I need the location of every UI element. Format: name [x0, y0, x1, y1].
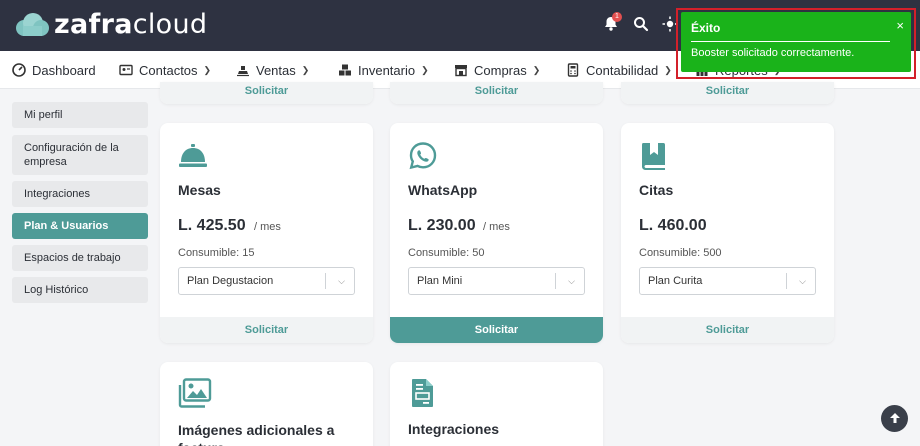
plan-select[interactable]: Plan Mini ⌵: [408, 267, 585, 295]
bell-service-icon: [179, 144, 207, 167]
nav-label: Ventas: [256, 62, 296, 78]
images-icon: [178, 378, 212, 408]
scroll-top-button[interactable]: [881, 405, 908, 432]
chevron-down-icon: ⌵: [568, 276, 575, 286]
card-title: Integraciones: [408, 421, 500, 437]
nav-label: Dashboard: [32, 62, 96, 78]
request-button[interactable]: Solicitar: [621, 82, 834, 104]
select-separator: [555, 273, 556, 289]
card-price: L. 230.00: [408, 217, 476, 234]
partial-card: Solicitar: [390, 82, 603, 104]
select-separator: [786, 273, 787, 289]
card-consumable: Consumible: 50: [408, 247, 485, 259]
card-price: L. 425.50: [178, 217, 246, 234]
search-icon[interactable]: [633, 16, 653, 36]
store-icon: [455, 65, 467, 77]
arrow-up-icon: [889, 413, 900, 423]
select-separator: [325, 273, 326, 289]
sales-icon: [237, 66, 249, 77]
nav-label: Contactos: [139, 62, 198, 78]
sidebar-item-log-historico[interactable]: Log Histórico: [12, 277, 148, 303]
booster-card-integraciones: Integraciones: [390, 362, 603, 446]
partial-card: Solicitar: [160, 82, 373, 104]
sidebar-item-espacios[interactable]: Espacios de trabajo: [12, 245, 148, 271]
notification-badge: 1: [612, 12, 622, 22]
request-button[interactable]: Solicitar: [621, 317, 834, 343]
plan-select-value: Plan Degustacion: [187, 275, 274, 287]
toast-highlight-outline: [676, 8, 916, 79]
nav-dashboard[interactable]: Dashboard: [12, 51, 96, 89]
request-button[interactable]: Solicitar: [160, 317, 373, 343]
sidebar-item-integraciones[interactable]: Integraciones: [12, 181, 148, 207]
contacts-icon: [119, 64, 133, 76]
nav-label: Inventario: [358, 62, 416, 78]
brand-logo[interactable]: zafracloud: [14, 10, 207, 40]
card-period: / mes: [254, 221, 281, 233]
booster-card-imagenes: Imágenes adicionales a factura: [160, 362, 373, 446]
card-consumable: Consumible: 500: [639, 247, 722, 259]
plan-select[interactable]: Plan Curita ⌵: [639, 267, 816, 295]
booster-card-mesas: Mesas L. 425.50 / mes Consumible: 15 Pla…: [160, 123, 373, 343]
request-button[interactable]: Solicitar: [390, 317, 603, 343]
sidebar-item-mi-perfil[interactable]: Mi perfil: [12, 102, 148, 128]
nav-label: Contabilidad: [586, 62, 659, 78]
whatsapp-icon: [409, 142, 437, 170]
chevron-down-icon: ❯: [301, 64, 310, 75]
card-title: Imágenes adicionales a factura: [178, 422, 335, 446]
chevron-down-icon: ❯: [664, 64, 672, 75]
brand-name: zafracloud: [54, 9, 208, 40]
calculator-icon: [567, 63, 579, 77]
sidebar-item-plan-usuarios[interactable]: Plan & Usuarios: [12, 213, 148, 239]
notification-bell-icon[interactable]: 1: [603, 12, 623, 36]
sidebar-item-configuracion[interactable]: Configuración de la empresa: [12, 135, 148, 175]
inventory-icon: [339, 64, 351, 76]
booster-card-citas: Citas L. 460.00 Consumible: 500 Plan Cur…: [621, 123, 834, 343]
booster-card-whatsapp: WhatsApp L. 230.00 / mes Consumible: 50 …: [390, 123, 603, 343]
request-button[interactable]: Solicitar: [160, 82, 373, 104]
plan-select-value: Plan Curita: [648, 275, 703, 287]
file-invoice-icon: [412, 379, 433, 407]
chevron-down-icon: ⌵: [799, 276, 806, 286]
chevron-down-icon: ❯: [203, 64, 212, 75]
request-button[interactable]: Solicitar: [390, 82, 603, 104]
card-price: L. 460.00: [639, 217, 707, 234]
plan-select-value: Plan Mini: [417, 275, 463, 287]
chevron-down-icon: ⌵: [338, 276, 345, 286]
card-title: Citas: [639, 182, 674, 198]
card-title: Mesas: [178, 182, 221, 198]
card-period: / mes: [483, 221, 510, 233]
chevron-down-icon: ❯: [421, 64, 429, 75]
card-consumable: Consumible: 15: [178, 247, 255, 259]
plan-select[interactable]: Plan Degustacion ⌵: [178, 267, 355, 295]
card-title: WhatsApp: [408, 182, 478, 198]
cloud-logo-icon: [16, 13, 49, 36]
nav-label: Compras: [474, 62, 527, 78]
dashboard-icon: [12, 63, 26, 77]
chevron-down-icon: ❯: [532, 64, 541, 75]
partial-card: Solicitar: [621, 82, 834, 104]
book-bookmark-icon: [642, 143, 665, 170]
